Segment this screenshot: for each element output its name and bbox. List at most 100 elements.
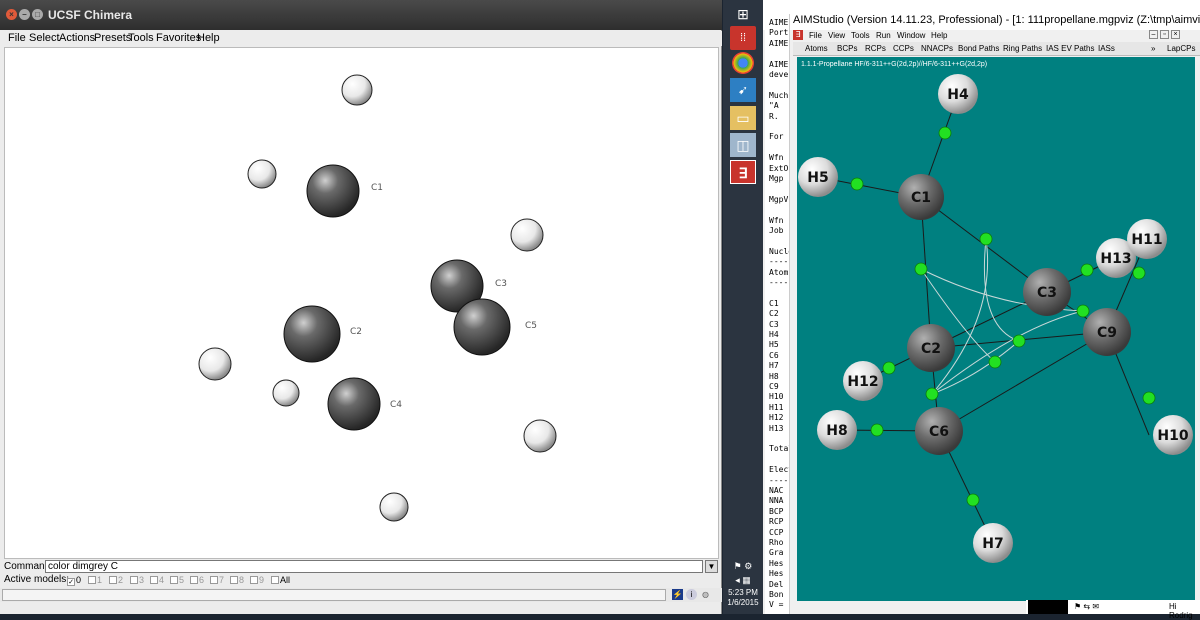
output-line: NAC (769, 486, 784, 495)
hydrogen-atom[interactable] (272, 379, 300, 407)
aimstudio-taskbar-icon[interactable]: ∃ (730, 160, 756, 184)
model-checkbox-7[interactable]: 7 (210, 575, 224, 585)
atom-label-h5: H5 (807, 170, 828, 186)
toolbar-rcps[interactable]: RCPs (865, 44, 886, 53)
app-icon[interactable]: ➹ (730, 78, 756, 102)
hydrogen-atom[interactable] (247, 159, 277, 189)
carbon-atom[interactable] (306, 164, 360, 218)
molecular-graph: H4 H5 C1 H13 H11 C3 C9 C2 H12 H8 C6 H10 … (798, 74, 1193, 563)
document-icon[interactable]: ◫ (730, 133, 756, 157)
background-window-title[interactable]: 111propellan (1076, 6, 1200, 18)
close-icon[interactable]: × (6, 9, 17, 20)
apps-icon[interactable]: ⁞⁞ (730, 26, 756, 50)
model-checkbox-1[interactable]: 1 (88, 575, 102, 585)
menu-favorites[interactable]: Favorites (156, 32, 201, 44)
flag-icon[interactable]: ⚑ ⚙ (730, 560, 756, 572)
output-line: Elect (769, 465, 789, 475)
menu-actions[interactable]: Actions (59, 32, 95, 44)
aimstudio-doc-icon[interactable]: ∃ (793, 30, 803, 40)
model-checkbox-0[interactable]: ✓ 0 (67, 575, 81, 586)
restore-icon[interactable]: ▫ (1160, 30, 1169, 39)
chimera-3d-viewer[interactable]: C1 C3 C5 C2 C4 (4, 47, 719, 559)
toolbar-overflow[interactable]: » (1151, 44, 1155, 53)
output-text-panel[interactable]: AIME Port AIME AIME deve Much "A R. For Wfn ExtO… (765, 14, 790, 614)
toolbar-ccps[interactable]: CCPs (893, 44, 914, 53)
menu-help[interactable]: Help (931, 31, 947, 40)
chevron-down-icon[interactable]: ▼ (705, 560, 718, 573)
lightning-icon[interactable]: ⚡ (672, 589, 683, 600)
close-icon[interactable]: × (1171, 30, 1180, 39)
output-line: H7 (769, 361, 779, 371)
chimera-titlebar[interactable]: × – □ UCSF Chimera (0, 0, 722, 30)
output-line: C6 (769, 350, 779, 360)
minimize-icon[interactable]: – (1149, 30, 1158, 39)
globe-icon[interactable]: ◍ (700, 589, 711, 600)
toolbar-ias-ev-paths[interactable]: IAS EV Paths (1046, 44, 1094, 53)
output-line: CCP (769, 527, 784, 537)
atom-label-h11: H11 (1131, 232, 1162, 248)
hydrogen-atom[interactable] (341, 74, 373, 106)
model-checkbox-9[interactable]: 9 (250, 575, 264, 585)
hydrogen-atom[interactable] (379, 492, 409, 522)
model-checkbox-all[interactable]: All (271, 575, 290, 585)
folder-icon[interactable]: ▭ (730, 106, 756, 130)
chrome-icon[interactable] (732, 52, 754, 74)
toolbar-bond-paths[interactable]: Bond Paths (958, 44, 999, 53)
output-line: Atom (769, 267, 789, 277)
model-checkbox-8[interactable]: 8 (230, 575, 244, 585)
atom-label-h8: H8 (826, 423, 847, 439)
command-line: Command: color dimgrey C ▼ (0, 560, 722, 574)
output-line: Wfn (769, 215, 784, 225)
hydrogen-atom[interactable] (510, 218, 544, 252)
menu-tools[interactable]: Tools (128, 32, 154, 44)
menu-window[interactable]: Window (897, 31, 925, 40)
active-models-label: Active models: (4, 574, 70, 585)
menu-help[interactable]: Help (197, 32, 220, 44)
model-checkbox-2[interactable]: 2 (109, 575, 123, 585)
output-line: R. (769, 111, 779, 121)
toolbar-iass[interactable]: IASs (1098, 44, 1115, 53)
taskbar-clock[interactable]: 5:23 PM 1/6/2015 (723, 588, 763, 614)
hydrogen-atom[interactable] (198, 347, 232, 381)
toolbar-nnacps[interactable]: NNACPs (921, 44, 953, 53)
output-line: Total (769, 444, 789, 454)
menu-run[interactable]: Run (876, 31, 891, 40)
menu-file[interactable]: File (809, 31, 822, 40)
info-icon[interactable]: i (686, 589, 697, 600)
maximize-icon[interactable]: □ (32, 9, 43, 20)
active-models-bar: Active models: ✓ 0 1 2 3 4 5 6 7 8 9 All (0, 574, 722, 586)
atom-label-h13: H13 (1100, 251, 1131, 267)
aimstudio-3d-viewer[interactable]: 1.1.1-Propellane HF/6-311++G(2d,2p)//HF/… (797, 57, 1195, 601)
carbon-atom[interactable] (327, 377, 381, 431)
toolbar-ring-paths[interactable]: Ring Paths (1003, 44, 1042, 53)
menu-tools[interactable]: Tools (851, 31, 870, 40)
speaker-icon[interactable]: ◂ ▦ (730, 574, 756, 586)
output-line: C3 (769, 319, 779, 329)
hydrogen-atom[interactable] (523, 419, 557, 453)
greeting-text: Hi Rodrig (1169, 602, 1193, 620)
menu-view[interactable]: View (828, 31, 845, 40)
model-checkbox-5[interactable]: 5 (170, 575, 184, 585)
atom-label: C1 (371, 183, 383, 193)
menu-select[interactable]: Select (29, 32, 60, 44)
output-line: Job (769, 226, 784, 235)
output-line: Hes (769, 569, 784, 579)
output-line: Wfn (769, 153, 784, 163)
toolbar-lapcps[interactable]: LapCPs (1167, 44, 1195, 53)
menu-presets[interactable]: Presets (94, 32, 131, 44)
menu-file[interactable]: File (8, 32, 26, 44)
carbon-atom[interactable] (453, 298, 511, 356)
atom-label-c1: C1 (911, 190, 931, 206)
minimize-icon[interactable]: – (19, 9, 30, 20)
flag-icon[interactable]: ⚑ ⇆ ✉ (1074, 602, 1099, 611)
atom-label-h12: H12 (847, 374, 878, 390)
output-line: AIME (769, 18, 789, 27)
command-input[interactable]: color dimgrey C (45, 560, 703, 573)
toolbar-bcps[interactable]: BCPs (837, 44, 857, 53)
toolbar-atoms[interactable]: Atoms (805, 44, 828, 53)
model-checkbox-6[interactable]: 6 (190, 575, 204, 585)
model-checkbox-4[interactable]: 4 (150, 575, 164, 585)
windows-start-icon[interactable]: ⊞ (730, 2, 756, 26)
carbon-atom[interactable] (283, 305, 341, 363)
model-checkbox-3[interactable]: 3 (130, 575, 144, 585)
